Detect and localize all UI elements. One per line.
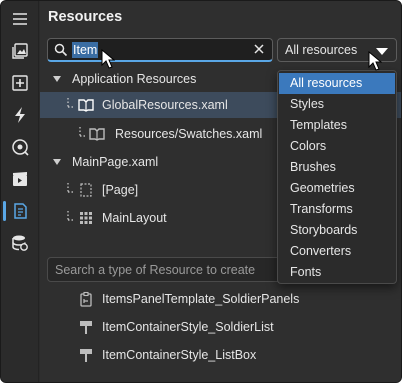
filter-option-fonts[interactable]: Fonts (278, 262, 396, 283)
media-icon[interactable] (1, 164, 39, 194)
tree-label: [Page] (102, 183, 139, 197)
create-resource-placeholder: Search a type of Resource to create (55, 263, 256, 277)
style-brush-icon (80, 321, 92, 334)
filter-option-brushes[interactable]: Brushes (278, 157, 396, 178)
resource-dictionary-icon (89, 128, 105, 141)
database-icon[interactable] (1, 228, 39, 258)
add-box-icon[interactable] (1, 68, 39, 98)
expand-caret-icon[interactable] (53, 159, 61, 165)
filter-option-converters[interactable]: Converters (278, 241, 396, 262)
resource-type-label: ItemsPanelTemplate_SoldierPanels (102, 292, 300, 306)
tree-label: Application Resources (72, 72, 197, 86)
filter-option-colors[interactable]: Colors (278, 136, 396, 157)
resource-type-label: ItemContainerStyle_ListBox (102, 348, 257, 362)
resource-type-item[interactable]: ItemsPanelTemplate_SoldierPanels (40, 286, 401, 312)
tool-rail (1, 1, 39, 382)
mouse-cursor-icon (101, 49, 115, 69)
clipboard-template-icon (80, 291, 92, 307)
menu-icon[interactable] (1, 4, 39, 34)
resource-type-label: ItemContainerStyle_SoldierList (102, 320, 274, 334)
mouse-cursor-icon (368, 51, 382, 71)
tree-label: Resources/Swatches.xaml (115, 127, 263, 141)
resource-type-item[interactable]: ItemContainerStyle_SoldierList (40, 314, 401, 340)
expand-caret-icon[interactable] (53, 76, 61, 82)
lightning-icon[interactable] (1, 100, 39, 130)
resources-window: Resources Item All resources Application… (0, 0, 402, 383)
resources-icon[interactable] (1, 196, 39, 226)
page-icon (80, 183, 92, 197)
filter-option-transforms[interactable]: Transforms (278, 199, 396, 220)
tree-connector (67, 98, 74, 108)
resource-type-item[interactable]: ItemContainerStyle_ListBox (40, 342, 401, 368)
search-icon (54, 43, 68, 57)
grid-layout-icon (80, 212, 92, 224)
search-value[interactable]: Item (72, 42, 99, 58)
filter-option-geometries[interactable]: Geometries (278, 178, 396, 199)
resource-filter-value: All resources (285, 43, 358, 57)
tree-label: MainLayout (102, 211, 167, 225)
resource-dictionary-icon (78, 99, 94, 112)
tree-label: MainPage.xaml (72, 155, 159, 169)
clear-search-icon[interactable] (252, 42, 266, 56)
filter-option-all-resources[interactable]: All resources (279, 73, 395, 94)
filter-option-styles[interactable]: Styles (278, 94, 396, 115)
tree-label: GlobalResources.xaml (102, 98, 228, 112)
search-input[interactable]: Item (47, 38, 273, 62)
filter-option-templates[interactable]: Templates (278, 115, 396, 136)
images-icon[interactable] (1, 36, 39, 66)
tree-connector (79, 127, 86, 137)
style-brush-icon (80, 349, 92, 362)
tree-connector (67, 211, 74, 221)
palette-icon[interactable] (1, 132, 39, 162)
tree-connector (67, 183, 74, 193)
panel-title: Resources (48, 9, 123, 25)
filter-option-storyboards[interactable]: Storyboards (278, 220, 396, 241)
resource-filter-dropdown: All resources Styles Templates Colors Br… (277, 70, 397, 284)
